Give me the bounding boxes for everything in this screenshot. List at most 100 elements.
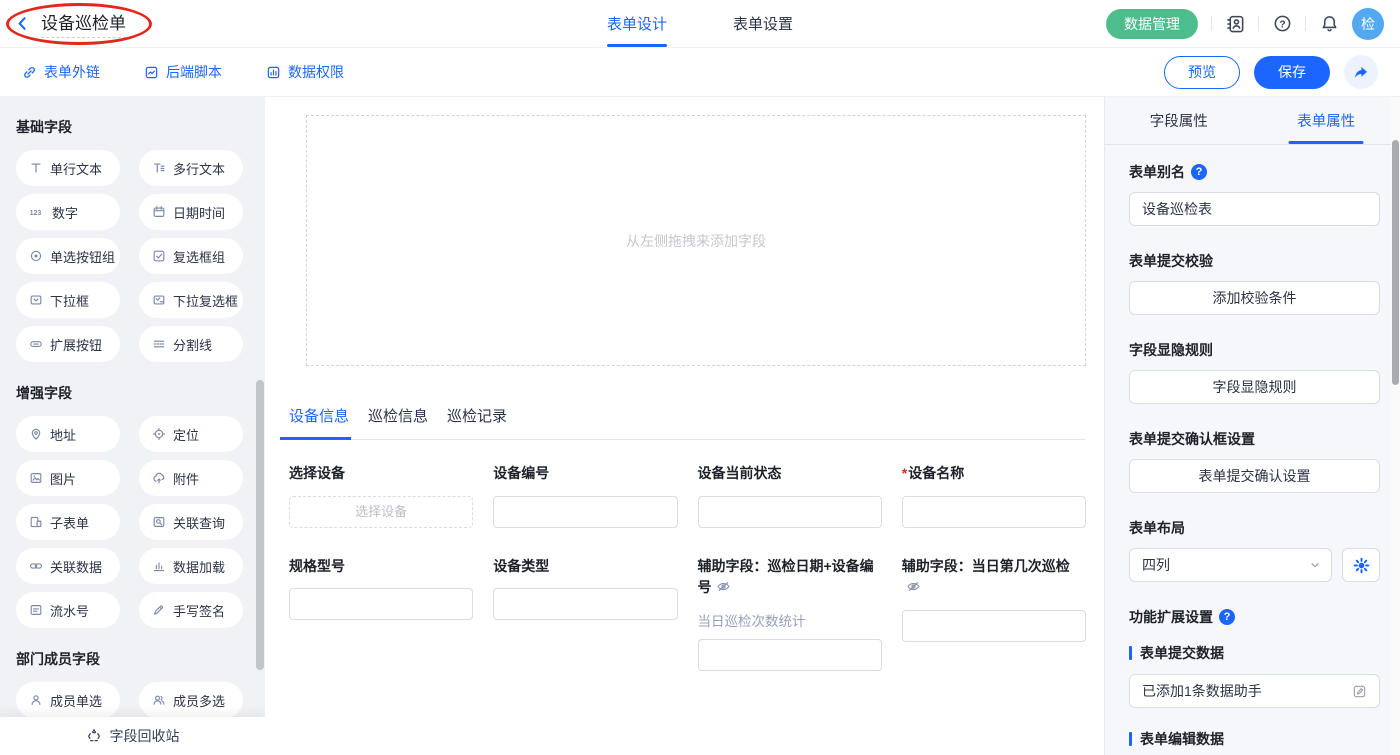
field-item-image[interactable]: 图片 [16,460,120,496]
tab-form-design[interactable]: 表单设计 [607,0,667,47]
tab-device-info[interactable]: 设备信息 [289,405,349,439]
field-item-related-query[interactable]: 关联查询 [139,504,243,540]
tab-inspection-records[interactable]: 巡检记录 [447,405,507,439]
back-group[interactable]: 设备巡检单 [14,9,126,38]
backend-script-button[interactable]: 后端脚本 [144,62,222,82]
top-bar: 设备巡检单 表单设计 表单设置 数据管理 ? 检 [0,0,1400,48]
select-device-input[interactable] [289,496,473,528]
field-recycle-bin[interactable]: 字段回收站 [0,717,265,755]
help-badge-icon[interactable]: ? [1191,164,1207,180]
dropzone-hint: 从左侧拖拽来添加字段 [626,231,766,251]
submit-data-box[interactable]: 已添加1条数据助手 [1129,674,1380,708]
preview-button[interactable]: 预览 [1164,56,1240,89]
field-item-label: 日期时间 [173,203,225,222]
field-item-label: 数据加载 [173,557,225,576]
field-item-datetime[interactable]: 日期时间 [139,194,243,230]
page-scrollbar[interactable] [1391,97,1400,755]
tab-field-properties[interactable]: 字段属性 [1105,97,1253,144]
device-no-input[interactable] [493,496,677,528]
help-icon[interactable]: ? [1272,14,1292,34]
field-item-member-multi[interactable]: 成员多选 [139,682,243,718]
back-chevron-icon[interactable] [14,15,31,32]
notification-bell-icon[interactable] [1319,14,1339,34]
field-item-address[interactable]: 地址 [16,416,120,452]
eye-off-icon[interactable] [716,579,731,594]
add-validation-button[interactable]: 添加校验条件 [1129,281,1380,315]
field-item-single-line-text[interactable]: 单行文本 [16,150,120,186]
topbar-right: 数据管理 ? 检 [1106,8,1384,40]
device-type-input[interactable] [493,588,677,620]
field-item-signature[interactable]: 手写签名 [139,592,243,628]
field-item-label: 定位 [173,425,199,444]
data-permission-button[interactable]: 数据权限 [266,62,344,82]
device-name-input[interactable] [902,496,1086,528]
contacts-icon[interactable] [1225,14,1245,34]
person-icon [29,693,43,707]
field-item-checkbox-group[interactable]: 复选框组 [139,238,243,274]
save-button[interactable]: 保存 [1254,56,1330,89]
device-status-input[interactable] [698,496,882,528]
field-item-label: 流水号 [50,601,89,620]
field-item-radio-group[interactable]: 单选按钮组 [16,238,120,274]
tab-form-properties[interactable]: 表单属性 [1253,97,1400,144]
document-title[interactable]: 设备巡检单 [41,9,126,38]
form-external-link-button[interactable]: 表单外链 [22,62,100,82]
sidebar-scrollbar[interactable] [256,97,264,755]
field-item-serial-number[interactable]: 流水号 [16,592,120,628]
sidebar-scrollbar-thumb[interactable] [256,380,264,670]
script-icon [144,65,159,80]
separator [1305,16,1306,31]
field-item-multi-line-text[interactable]: 多行文本 [139,150,243,186]
layout-settings-button[interactable] [1342,548,1380,582]
single-line-text-icon [29,161,43,175]
tab-inspection-info[interactable]: 巡检信息 [368,405,428,439]
field-item-label: 下拉复选框 [173,291,238,310]
eye-off-icon[interactable] [906,579,921,594]
field-item-dropdown[interactable]: 下拉框 [16,282,120,318]
gear-icon [1353,557,1370,574]
search-in-box-icon [152,515,166,529]
field-item-label: 图片 [50,469,76,488]
field-item-extend-button[interactable]: 扩展按钮 [16,326,120,362]
form-field-aux-2: 辅助字段：当日第几次巡检 [902,556,1086,671]
bar-chart-icon [152,559,166,573]
field-item-data-load[interactable]: 数据加载 [139,548,243,584]
help-badge-icon[interactable]: ? [1219,609,1235,625]
data-manage-button[interactable]: 数据管理 [1106,9,1198,39]
field-item-number[interactable]: 123 数字 [16,194,120,230]
properties-body: 表单别名 ? 表单提交校验 添加校验条件 字段显隐规则 字段显隐规则 表单提交确… [1105,162,1400,755]
page-scrollbar-thumb[interactable] [1392,140,1399,385]
main-tabs: 表单设计 表单设置 [607,0,793,47]
spec-model-input[interactable] [289,588,473,620]
tab-form-settings[interactable]: 表单设置 [733,0,793,47]
field-item-label: 单行文本 [50,159,102,178]
field-item-subform[interactable]: 子表单 [16,504,120,540]
image-icon [29,471,43,485]
cloud-upload-icon [152,471,166,485]
aux-1-input[interactable] [698,639,882,671]
field-item-label: 地址 [50,425,76,444]
field-label: 辅助字段：当日第几次巡检 [902,556,1086,599]
edit-icon[interactable] [1352,684,1367,699]
layout-select[interactable]: 四列 [1129,548,1332,582]
field-label: 设备当前状态 [698,463,882,485]
field-item-member-single[interactable]: 成员单选 [16,682,120,718]
serial-number-icon [29,603,43,617]
form-toolbar: 表单外链 后端脚本 数据权限 预览 保存 [0,48,1400,97]
field-item-related-data[interactable]: 关联数据 [16,548,120,584]
field-dropzone[interactable]: 从左侧拖拽来添加字段 [306,115,1086,366]
user-avatar[interactable]: 检 [1352,8,1384,40]
form-alias-input[interactable] [1129,192,1380,226]
field-visibility-button[interactable]: 字段显隐规则 [1129,370,1380,404]
aux-2-input[interactable] [902,610,1086,642]
field-item-attachment[interactable]: 附件 [139,460,243,496]
subform-icon [29,515,43,529]
field-item-location[interactable]: 定位 [139,416,243,452]
field-item-divider[interactable]: 分割线 [139,326,243,362]
svg-text:123: 123 [30,210,42,217]
share-button[interactable] [1344,55,1378,89]
recycle-bin-label: 字段回收站 [110,726,180,746]
submit-data-value: 已添加1条数据助手 [1142,681,1262,701]
field-item-multi-dropdown[interactable]: 下拉复选框 [139,282,243,318]
submit-confirm-button[interactable]: 表单提交确认设置 [1129,459,1380,493]
